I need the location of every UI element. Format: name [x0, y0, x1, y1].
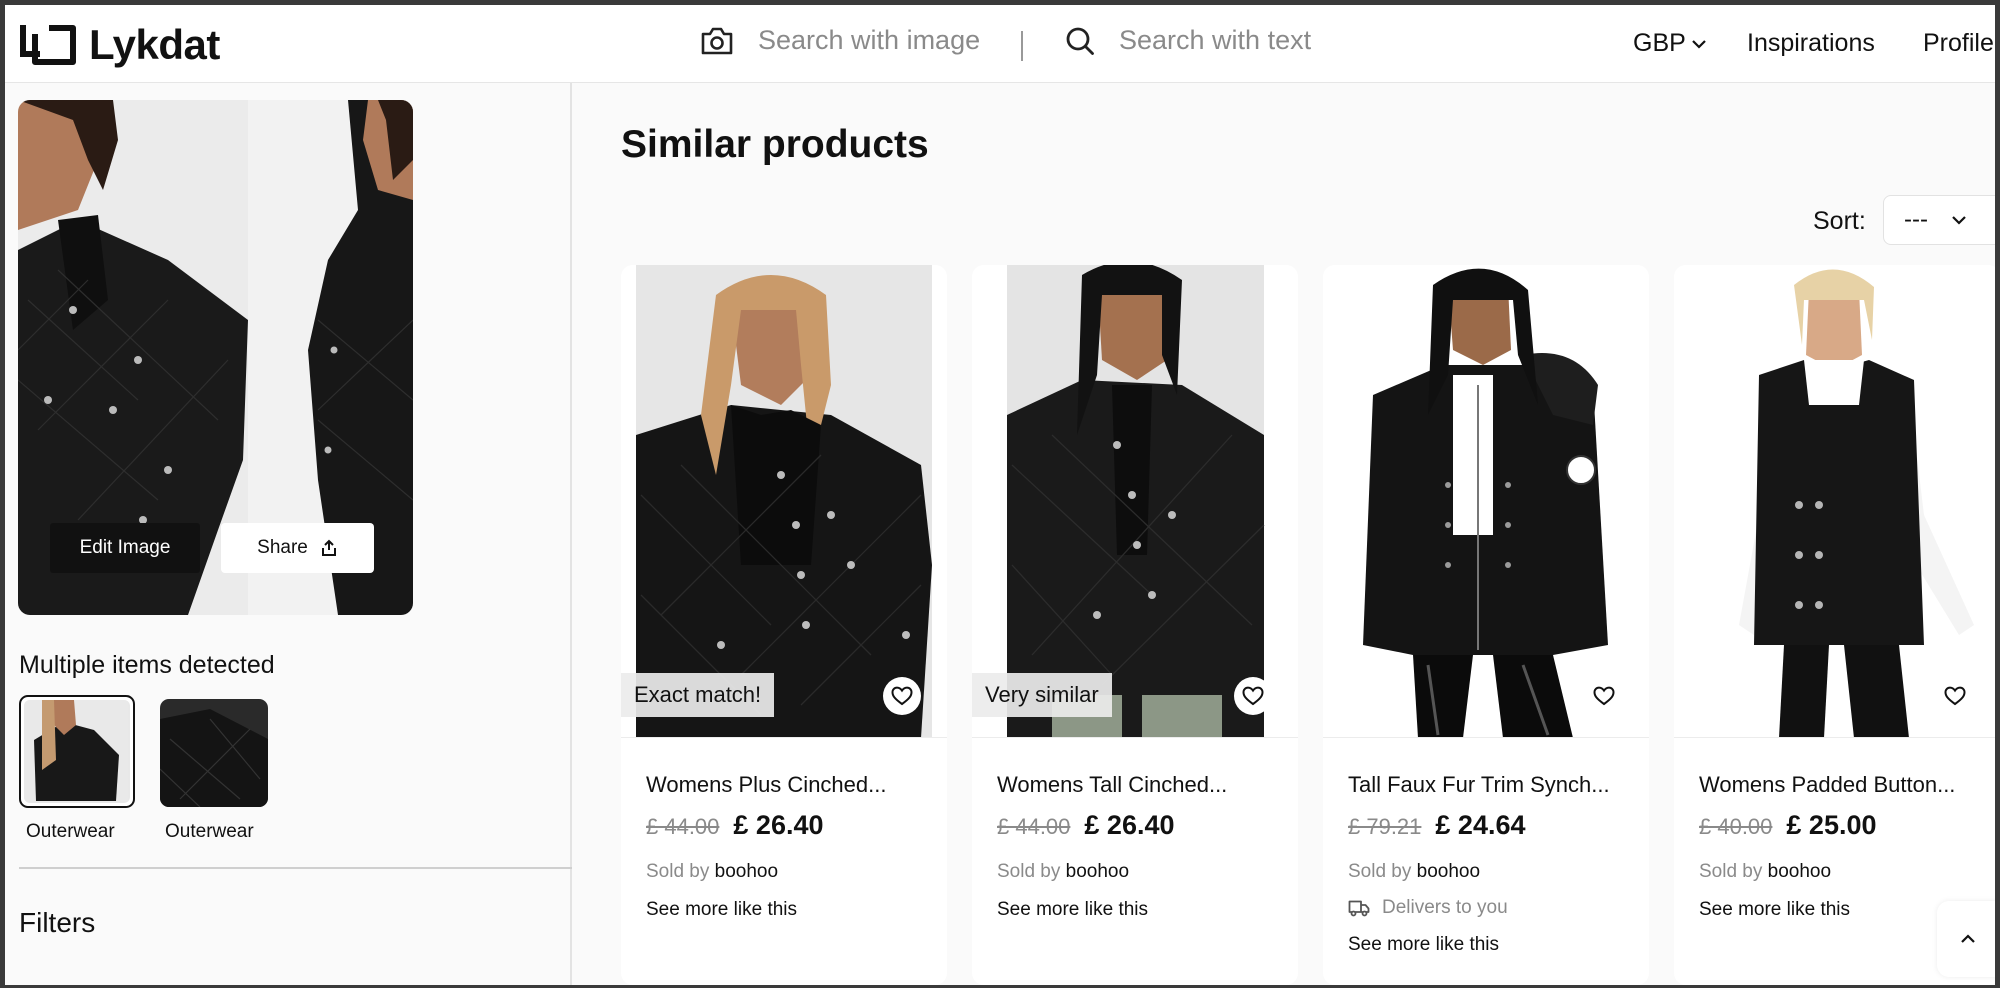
- chevron-down-icon: [1952, 216, 1966, 225]
- sold-by: Sold by boohoo: [997, 861, 1129, 883]
- product-price: £ 79.21 £ 24.64: [1348, 810, 1526, 841]
- truck-icon: [1348, 900, 1370, 917]
- heart-icon: [1242, 686, 1264, 706]
- sold-by-label: Sold by: [997, 861, 1061, 882]
- share-icon: [321, 539, 336, 556]
- search-with-text[interactable]: Search with text: [1065, 25, 1311, 56]
- sort-select[interactable]: ---: [1883, 195, 1995, 245]
- product-photo: [1007, 265, 1265, 737]
- currency-label: GBP: [1633, 29, 1686, 57]
- detected-item-label: Outerwear: [26, 821, 115, 842]
- favorite-button[interactable]: [883, 677, 921, 715]
- product-image[interactable]: Exact match!: [621, 265, 947, 738]
- see-more-link[interactable]: See more like this: [1348, 934, 1499, 956]
- search-with-image[interactable]: Search with image: [700, 25, 980, 56]
- product-price: £ 40.00 £ 25.00: [1699, 810, 1877, 841]
- chevron-down-icon: [1692, 39, 1706, 49]
- delivery-info: Delivers to you: [1348, 897, 1508, 919]
- search-icon: [1066, 27, 1094, 55]
- product-photo: [636, 265, 932, 737]
- product-card[interactable]: Tall Faux Fur Trim Synch... £ 79.21 £ 24…: [1323, 265, 1649, 985]
- heart-icon: [1593, 686, 1615, 706]
- sold-by-label: Sold by: [1699, 861, 1763, 882]
- page-title: Similar products: [621, 123, 929, 166]
- product-photo: [1343, 265, 1629, 737]
- top-header: Lykdat Search with image Search with tex…: [5, 5, 1995, 83]
- nav-profile[interactable]: Profile: [1923, 29, 1994, 58]
- sold-by: Sold by boohoo: [646, 861, 778, 883]
- detected-item-label: Outerwear: [165, 821, 254, 842]
- query-panel: Edit Image Share Multiple items detected…: [5, 83, 572, 985]
- current-price: £ 25.00: [1786, 810, 1877, 840]
- current-price: £ 24.64: [1435, 810, 1526, 840]
- share-button[interactable]: Share: [221, 523, 374, 573]
- product-title[interactable]: Womens Tall Cinched...: [997, 772, 1227, 798]
- favorite-button[interactable]: [1585, 677, 1623, 715]
- sort-label: Sort:: [1813, 207, 1866, 235]
- detected-item-thumb[interactable]: [19, 695, 135, 808]
- current-price: £ 26.40: [1084, 810, 1175, 840]
- seller-name[interactable]: boohoo: [1066, 861, 1129, 882]
- see-more-link[interactable]: See more like this: [646, 899, 797, 921]
- search-text-placeholder: Search with text: [1119, 25, 1312, 55]
- camera-icon: [701, 27, 733, 54]
- current-price: £ 26.40: [733, 810, 824, 840]
- see-more-link[interactable]: See more like this: [1699, 899, 1850, 921]
- product-photo: [1709, 265, 1974, 737]
- chevron-up-icon: [1961, 934, 1975, 943]
- delivers-label: Delivers to you: [1382, 897, 1508, 918]
- match-badge: Exact match!: [621, 673, 775, 717]
- left-divider: [19, 867, 572, 869]
- match-badge: Very similar: [972, 673, 1112, 717]
- search-image-placeholder: Search with image: [758, 25, 981, 55]
- brand-name: Lykdat: [89, 21, 220, 68]
- seller-name[interactable]: boohoo: [715, 861, 778, 882]
- heart-icon: [1944, 686, 1966, 706]
- product-card[interactable]: Exact match! Womens Plus Cinched... £ 44…: [621, 265, 947, 985]
- product-title[interactable]: Tall Faux Fur Trim Synch...: [1348, 772, 1610, 798]
- filters-title[interactable]: Filters: [19, 907, 95, 939]
- logo-mark-icon: [20, 25, 76, 65]
- heart-icon: [891, 686, 913, 706]
- product-card[interactable]: Womens Padded Button... £ 40.00 £ 25.00 …: [1674, 265, 1995, 985]
- share-label: Share: [257, 537, 308, 558]
- seller-name[interactable]: boohoo: [1768, 861, 1831, 882]
- sold-by: Sold by boohoo: [1699, 861, 1831, 883]
- nav-inspirations[interactable]: Inspirations: [1747, 29, 1875, 58]
- brand-logo[interactable]: Lykdat: [19, 21, 220, 69]
- sort-value: ---: [1904, 206, 1928, 233]
- detected-item-image: [160, 699, 268, 807]
- product-image[interactable]: Very similar: [972, 265, 1298, 738]
- favorite-button[interactable]: [1234, 677, 1272, 715]
- see-more-link[interactable]: See more like this: [997, 899, 1148, 921]
- product-price: £ 44.00 £ 26.40: [997, 810, 1175, 841]
- multiple-items-title: Multiple items detected: [19, 651, 275, 679]
- favorite-button[interactable]: [1936, 677, 1974, 715]
- old-price: £ 44.00: [997, 814, 1071, 839]
- edit-image-button[interactable]: Edit Image: [50, 523, 200, 573]
- product-image[interactable]: [1674, 265, 1995, 738]
- product-title[interactable]: Womens Padded Button...: [1699, 772, 1955, 798]
- currency-selector[interactable]: GBP: [1633, 29, 1708, 58]
- product-price: £ 44.00 £ 26.40: [646, 810, 824, 841]
- detected-item-image: [24, 700, 128, 801]
- scroll-to-top-button[interactable]: [1937, 901, 1995, 977]
- app-frame: Lykdat Search with image Search with tex…: [5, 5, 1995, 985]
- old-price: £ 44.00: [646, 814, 720, 839]
- detected-item-thumb[interactable]: [160, 699, 268, 807]
- search-divider: [1021, 31, 1023, 61]
- sold-by: Sold by boohoo: [1348, 861, 1480, 883]
- sold-by-label: Sold by: [646, 861, 710, 882]
- old-price: £ 40.00: [1699, 814, 1773, 839]
- sold-by-label: Sold by: [1348, 861, 1412, 882]
- product-title[interactable]: Womens Plus Cinched...: [646, 772, 886, 798]
- product-image[interactable]: [1323, 265, 1649, 738]
- product-card[interactable]: Very similar Womens Tall Cinched... £ 44…: [972, 265, 1298, 985]
- old-price: £ 79.21: [1348, 814, 1422, 839]
- seller-name[interactable]: boohoo: [1417, 861, 1480, 882]
